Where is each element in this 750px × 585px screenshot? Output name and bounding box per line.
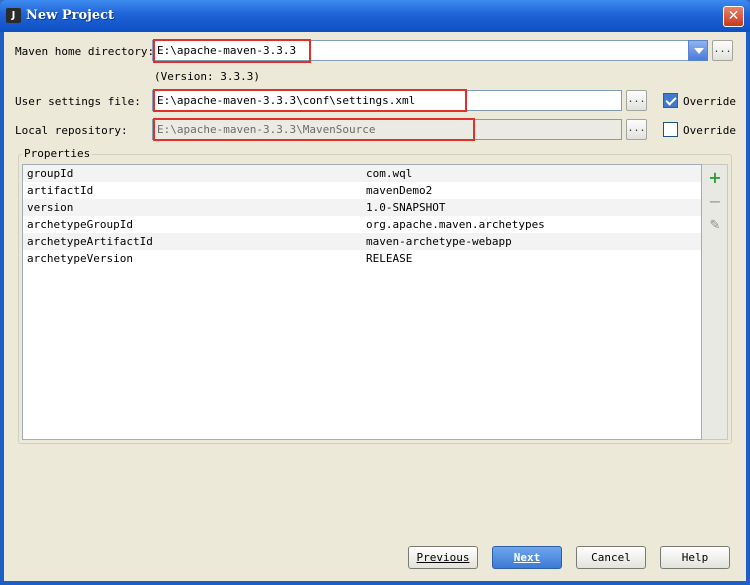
user-settings-browse-button[interactable]: ... — [626, 90, 647, 111]
maven-home-dropdown-button[interactable] — [688, 40, 708, 61]
user-settings-override-label: Override — [683, 95, 736, 108]
property-key: archetypeVersion — [27, 252, 133, 265]
maven-home-highlight-box — [153, 39, 311, 63]
table-row[interactable]: archetypeVersion RELEASE — [23, 250, 701, 267]
properties-group-title: Properties — [22, 147, 93, 160]
dialog-body: Maven home directory: E:\apache-maven-3.… — [4, 32, 746, 581]
property-value: 1.0-SNAPSHOT — [366, 201, 446, 214]
previous-button[interactable]: Previous — [408, 546, 478, 569]
maven-home-label: Maven home directory: — [15, 45, 155, 58]
table-row[interactable]: groupId com.wql — [23, 165, 701, 182]
cancel-button[interactable]: Cancel — [576, 546, 646, 569]
local-repository-label: Local repository: — [15, 124, 128, 137]
properties-table[interactable]: groupId com.wql artifactId mavenDemo2 ve… — [22, 164, 702, 440]
local-repository-override-checkbox[interactable] — [663, 122, 678, 137]
property-value: RELEASE — [366, 252, 413, 265]
table-row[interactable]: version 1.0-SNAPSHOT — [23, 199, 701, 216]
property-key: archetypeArtifactId — [27, 235, 153, 248]
property-key: groupId — [27, 167, 74, 180]
help-button-label: Help — [681, 551, 709, 564]
close-button[interactable]: ✕ — [723, 6, 744, 27]
property-key: artifactId — [27, 184, 94, 197]
close-icon: ✕ — [727, 8, 740, 24]
property-key: version — [27, 201, 74, 214]
table-row[interactable]: archetypeGroupId org.apache.maven.archet… — [23, 216, 701, 233]
new-project-window: J New Project ✕ Maven home directory: E:… — [0, 0, 750, 585]
local-repository-override-label: Override — [683, 124, 736, 137]
table-row[interactable]: archetypeArtifactId maven-archetype-weba… — [23, 233, 701, 250]
property-value: com.wql — [366, 167, 413, 180]
add-icon[interactable]: + — [706, 169, 724, 187]
help-button[interactable]: Help — [660, 546, 730, 569]
previous-button-label: Previous — [416, 551, 470, 564]
table-row[interactable]: artifactId mavenDemo2 — [23, 182, 701, 199]
properties-toolbar: + − ✎ — [702, 164, 728, 440]
property-key: archetypeGroupId — [27, 218, 133, 231]
title-bar: J New Project ✕ — [0, 0, 750, 32]
user-settings-label: User settings file: — [15, 95, 141, 108]
maven-home-browse-button[interactable]: ... — [712, 40, 733, 61]
property-value: org.apache.maven.archetypes — [366, 218, 545, 231]
local-repository-browse-button[interactable]: ... — [626, 119, 647, 140]
cancel-button-label: Cancel — [591, 551, 631, 564]
maven-version-text: (Version: 3.3.3) — [154, 70, 260, 83]
remove-icon[interactable]: − — [706, 193, 724, 211]
property-value: mavenDemo2 — [366, 184, 433, 197]
intellij-app-icon: J — [6, 8, 21, 23]
user-settings-highlight-box — [153, 89, 467, 112]
next-button-label: Next — [513, 551, 541, 564]
user-settings-override-checkbox[interactable] — [663, 93, 678, 108]
property-value: maven-archetype-webapp — [366, 235, 512, 248]
edit-icon[interactable]: ✎ — [706, 217, 724, 235]
local-repository-highlight-box — [153, 118, 475, 141]
next-button[interactable]: Next — [492, 546, 562, 569]
window-title: New Project — [26, 8, 115, 23]
